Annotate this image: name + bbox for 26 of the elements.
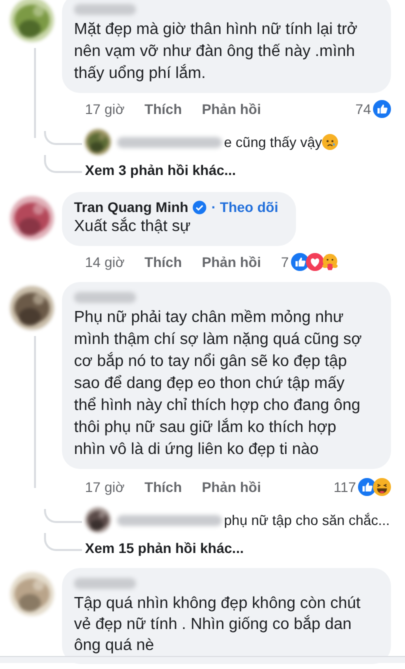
reply-text: phụ nữ tập cho săn chắc... bbox=[224, 512, 390, 528]
reaction-count: 117 bbox=[334, 479, 356, 495]
more-replies-link[interactable]: Xem 3 phản hồi khác... bbox=[85, 162, 236, 178]
reply-text: e cũng thấy vậy bbox=[224, 134, 322, 150]
thread-line bbox=[44, 509, 82, 523]
comment-text: Tập quá nhìn không đẹp không còn chút vẻ đẹp nữ tính . Nhìn giống co bắp dan ông quá nè bbox=[74, 594, 362, 656]
thread-line bbox=[44, 131, 82, 145]
thread-line bbox=[44, 155, 82, 173]
comment-text: Mặt đẹp mà giờ thân hình nữ tính lại trở nên vạm vỡ như đàn ông thế này .mình thấy uổng phí lắm. bbox=[74, 20, 358, 84]
author-name[interactable]: Tran Quang Minh bbox=[74, 199, 188, 215]
reaction-count: 7 bbox=[281, 254, 289, 270]
more-replies-link[interactable]: Xem 15 phản hồi khác... bbox=[85, 540, 244, 556]
like-link[interactable]: Thích bbox=[144, 479, 182, 495]
timestamp: 14 giờ bbox=[85, 254, 125, 270]
reply-link[interactable]: Phản hồi bbox=[202, 479, 262, 495]
thread-line bbox=[44, 533, 82, 551]
like-link[interactable]: Thích bbox=[144, 101, 182, 117]
comment-text: Xuất sắc thật sự bbox=[74, 216, 192, 237]
reply-link[interactable]: Phản hồi bbox=[202, 254, 262, 270]
timestamp: 17 giờ bbox=[85, 101, 125, 117]
like-link[interactable]: Thích bbox=[144, 254, 182, 270]
reply-link[interactable]: Phản hồi bbox=[202, 101, 262, 117]
timestamp: 17 giờ bbox=[85, 479, 125, 495]
comment-text: Phụ nữ phải tay chân mềm mỏng như mình thậm chí sợ làm nặng quá cũng sợ cơ bắp nó to tay nổi gân sẽ ko đẹp tập sao để dang đẹp eo thon chứ tập mấy thể hình này chỉ thích hợp cho đang ông thôi phụ nữ sau giữ lắm ko thích hợp nhìn vô là di ứng liên ko đẹp ti nào bbox=[74, 308, 363, 460]
reaction-count: 74 bbox=[355, 101, 371, 117]
follow-link[interactable]: · Theo dõi bbox=[211, 199, 278, 215]
